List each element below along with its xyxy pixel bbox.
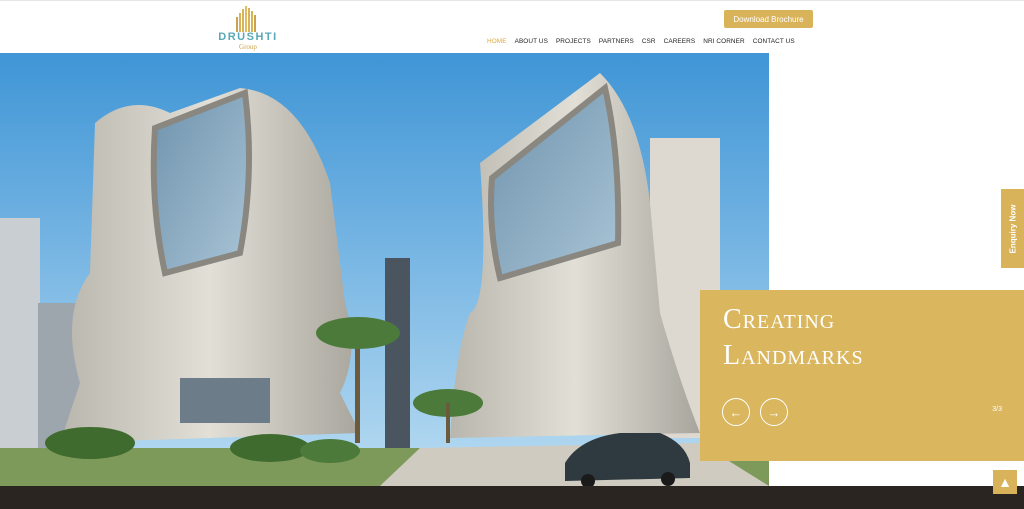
hero-caption-line1: Creating — [723, 304, 836, 335]
logo-subtext: Group — [239, 43, 257, 51]
scroll-top-button[interactable]: ▲ — [993, 470, 1017, 494]
site-header: DRUSHTI Group Download Brochure HOME ABO… — [0, 0, 1024, 53]
nav-item-careers[interactable]: CAREERS — [660, 38, 700, 50]
hero-caption-title: Creating Landmarks — [723, 302, 983, 374]
nav-item-projects[interactable]: PROJECTS — [552, 38, 595, 50]
footer-strip — [0, 486, 1024, 509]
arrow-right-icon: → — [767, 404, 781, 420]
arrow-left-icon: ← — [729, 404, 743, 420]
nav-item-partners[interactable]: PARTNERS — [595, 38, 638, 50]
prev-slide-button[interactable]: ← — [722, 398, 750, 426]
nav-item-csr[interactable]: CSR — [638, 38, 660, 50]
hero-image — [0, 53, 769, 486]
nav-item-nri-corner[interactable]: NRI CORNER — [699, 38, 748, 50]
chevron-up-icon: ▲ — [998, 474, 1012, 490]
hero-caption-line2: Landmarks — [723, 340, 864, 371]
enquiry-now-label: Enquiry Now — [1008, 204, 1017, 253]
main-nav: HOME ABOUT US PROJECTS PARTNERS CSR CARE… — [483, 38, 799, 50]
logo[interactable]: DRUSHTI Group — [208, 5, 288, 51]
enquiry-now-tab[interactable]: Enquiry Now — [1001, 189, 1024, 268]
next-slide-button[interactable]: → — [760, 398, 788, 426]
download-brochure-button[interactable]: Download Brochure — [724, 10, 813, 28]
hero-caption: Creating Landmarks ← → 3/3 — [700, 290, 1024, 461]
nav-item-home[interactable]: HOME — [483, 38, 511, 50]
hero-slider — [0, 53, 769, 486]
logo-text: DRUSHTI — [218, 31, 278, 43]
logo-building-icon — [236, 6, 256, 32]
nav-item-about-us[interactable]: ABOUT US — [511, 38, 552, 50]
nav-item-contact-us[interactable]: CONTACT US — [749, 38, 799, 50]
slide-counter: 3/3 — [992, 406, 1002, 413]
page: DRUSHTI Group Download Brochure HOME ABO… — [0, 0, 1024, 509]
